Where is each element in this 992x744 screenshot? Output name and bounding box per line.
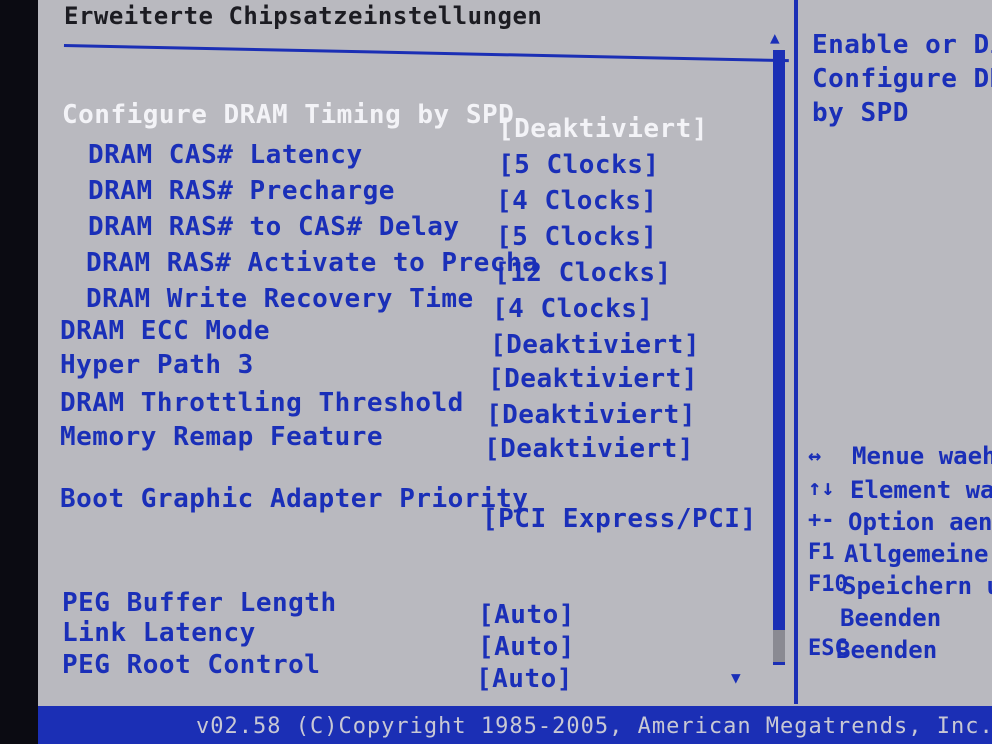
setting-label-dram-timing-spd[interactable]: Configure DRAM Timing by SPD: [62, 100, 514, 130]
setting-label-ras-precharge[interactable]: DRAM RAS# Precharge: [88, 176, 395, 206]
setting-label-throttling[interactable]: DRAM Throttling Threshold: [60, 388, 464, 418]
bios-screen: Erweiterte Chipsatzeinstellungen Configu…: [38, 0, 992, 744]
scrollbar[interactable]: [773, 50, 785, 665]
key-desc-menu: Menue waehle: [852, 442, 992, 470]
setting-value-link-latency[interactable]: [Auto]: [478, 632, 575, 662]
key-desc-save: Speichern und: [842, 572, 992, 600]
setting-value-cas-latency[interactable]: [5 Clocks]: [498, 150, 660, 180]
setting-value-ras-activate[interactable]: [12 Clocks]: [494, 258, 672, 288]
setting-label-cas-latency[interactable]: DRAM CAS# Latency: [88, 140, 363, 170]
setting-label-memory-remap[interactable]: Memory Remap Feature: [60, 422, 383, 452]
key-desc-save-exit: Beenden: [840, 604, 942, 632]
setting-label-write-recovery[interactable]: DRAM Write Recovery Time: [86, 284, 474, 314]
setting-label-ecc-mode[interactable]: DRAM ECC Mode: [60, 316, 270, 346]
setting-value-hyper-path[interactable]: [Deaktiviert]: [488, 364, 698, 394]
setting-label-ras-activate[interactable]: DRAM RAS# Activate to Precha: [86, 248, 538, 278]
setting-label-boot-graphic[interactable]: Boot Graphic Adapter Priority: [60, 484, 528, 514]
f1-key: F1: [808, 540, 835, 565]
setting-value-dram-timing-spd[interactable]: [Deaktiviert]: [498, 114, 708, 144]
left-right-arrow-icon: ↔: [808, 444, 822, 469]
setting-label-ras-to-cas[interactable]: DRAM RAS# to CAS# Delay: [88, 212, 460, 242]
setting-value-write-recovery[interactable]: [4 Clocks]: [492, 294, 654, 324]
key-desc-exit: Beenden: [836, 636, 938, 664]
setting-label-hyper-path[interactable]: Hyper Path 3: [60, 350, 254, 380]
help-text-line-3: by SPD: [812, 98, 909, 128]
setting-value-peg-root[interactable]: [Auto]: [476, 664, 573, 694]
key-desc-option: Option aende: [848, 508, 992, 536]
scrollbar-thumb[interactable]: [773, 630, 785, 662]
setting-value-memory-remap[interactable]: [Deaktiviert]: [484, 434, 694, 464]
plus-minus-key: +-: [808, 508, 835, 533]
up-down-arrow-icon: ↑↓: [808, 476, 835, 501]
copyright-text: v02.58 (C)Copyright 1985-2005, American …: [196, 714, 992, 739]
help-text-line-1: Enable or Disa: [812, 30, 992, 60]
triangle-down-icon[interactable]: ▼: [731, 668, 741, 687]
setting-value-ecc-mode[interactable]: [Deaktiviert]: [490, 330, 700, 360]
setting-value-peg-buffer[interactable]: [Auto]: [478, 600, 575, 630]
setting-value-ras-precharge[interactable]: [4 Clocks]: [496, 186, 658, 216]
setting-value-boot-graphic[interactable]: [PCI Express/PCI]: [482, 504, 757, 534]
setting-value-throttling[interactable]: [Deaktiviert]: [486, 400, 696, 430]
triangle-up-icon[interactable]: ▲: [770, 28, 780, 47]
help-text-line-2: Configure DRAM: [812, 64, 992, 94]
key-desc-help: Allgemeine H: [844, 540, 992, 568]
setting-label-link-latency[interactable]: Link Latency: [62, 618, 256, 648]
setting-label-peg-buffer[interactable]: PEG Buffer Length: [62, 588, 337, 618]
key-desc-element: Element waeh: [850, 476, 992, 504]
title-divider: [63, 44, 789, 63]
page-title: Erweiterte Chipsatzeinstellungen: [64, 2, 543, 30]
panel-divider: [794, 0, 798, 704]
setting-label-peg-root[interactable]: PEG Root Control: [62, 650, 320, 680]
